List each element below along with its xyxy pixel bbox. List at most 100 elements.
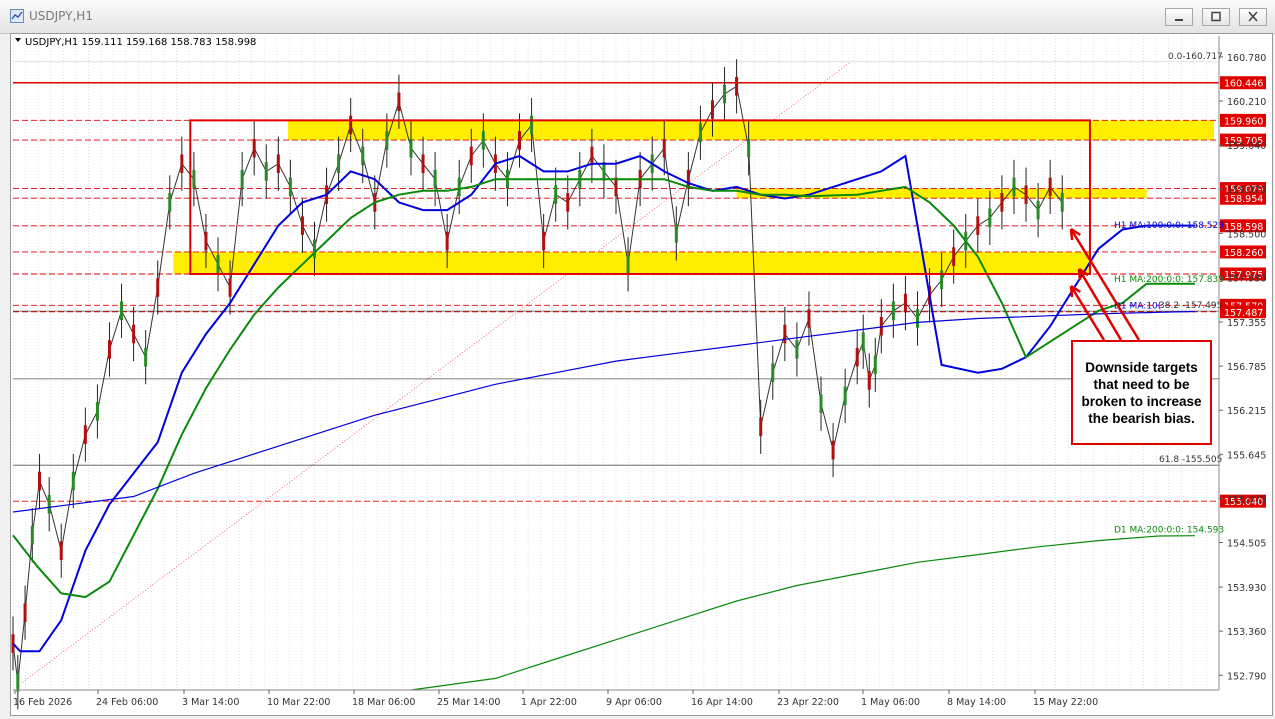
price-axis-label: 160.780 [1227, 53, 1266, 64]
price-axis-label: 156.785 [1227, 362, 1266, 373]
candle-body [879, 316, 883, 336]
window-title: USDJPY,H1 [29, 9, 93, 23]
ma-line [12, 310, 1195, 513]
candle-body [861, 332, 865, 352]
candle-body [916, 309, 919, 328]
candle-body [276, 154, 280, 173]
chart-area[interactable]: 160.446 159.960 159.705 159.079 158.954 158.5… [10, 33, 1273, 716]
price-tag-label: 159.960 [1224, 116, 1263, 127]
candle-body [300, 216, 304, 235]
time-axis-label: 8 May 14:00 [947, 697, 1006, 708]
candle-body [1036, 200, 1040, 220]
candle-body [1024, 185, 1028, 204]
candle-body [710, 100, 714, 119]
candle-body [602, 162, 606, 181]
time-axis-label: 25 Mar 14:00 [437, 697, 500, 708]
candle-body [180, 154, 184, 173]
time-axis-label: 18 Mar 06:00 [352, 697, 415, 708]
candle-body [445, 231, 449, 251]
candle-body [1000, 193, 1004, 212]
candle-body [216, 255, 220, 274]
price-axis-label: 157.930 [1227, 273, 1266, 284]
candle-body [1048, 177, 1052, 197]
candle-body [530, 115, 534, 135]
candle-body [457, 177, 461, 197]
candle-body [23, 603, 27, 622]
price-axis-label: 153.360 [1227, 627, 1266, 638]
fibonacci-trend-line [22, 61, 852, 683]
fib-label: 0.0-160.717 [1168, 52, 1223, 62]
candle-body [337, 154, 341, 173]
candle-body [385, 131, 389, 150]
candle-body [988, 208, 992, 228]
candle-body [819, 394, 823, 413]
candle-body [38, 471, 42, 491]
fib-label: 38.2 -157.495 [1159, 301, 1222, 311]
candle-body [288, 177, 292, 197]
annotation-box: Downside targets that need to be broken … [1071, 340, 1212, 445]
candle-body [481, 131, 485, 150]
candle-body [759, 417, 763, 437]
candle-body [891, 301, 895, 321]
candle-body [626, 255, 630, 274]
candle-body [252, 138, 256, 158]
minimize-button[interactable] [1165, 8, 1193, 26]
ma-label: H1 MA:100:0:0: 158.529 [1114, 221, 1224, 231]
ma-label: H1 MA:200:0:0: 157.835 [1114, 275, 1224, 285]
candle-body [518, 131, 522, 150]
candle-body [1012, 177, 1016, 197]
candle-body [952, 247, 956, 266]
candle-body [83, 425, 87, 444]
candle-body [783, 324, 787, 344]
candle-body [590, 146, 594, 166]
candle-body [831, 440, 835, 460]
price-axis-label: 159.070 [1227, 185, 1266, 196]
candle-body [228, 278, 232, 297]
candle-body [807, 309, 811, 328]
candle-body [16, 672, 20, 692]
moving-averages: H1 MA:100:0:0: 158.529 H1 MA:200:0:0: 157… [12, 52, 1224, 691]
candle-body [421, 154, 425, 173]
annotation-text: Downside targets that need to be broken … [1081, 359, 1202, 426]
candle-body [71, 471, 75, 491]
ma-label: D1 MA:200:0:0: 154.593 [1114, 526, 1224, 536]
candle-body [313, 239, 316, 259]
fib-label: 61.8 -155.505 [1159, 455, 1222, 465]
candle-body [156, 278, 160, 297]
price-chart[interactable]: 160.446159.960159.705159.079158.954158.5… [11, 34, 1272, 715]
price-axis-label: 152.790 [1227, 671, 1266, 682]
candle-body [361, 146, 365, 166]
price-axis-label: 159.640 [1227, 141, 1266, 152]
close-icon [1248, 11, 1258, 22]
arrow-line [1069, 285, 1106, 341]
maximize-button[interactable] [1202, 8, 1230, 26]
price-axis-label: 155.645 [1227, 450, 1266, 461]
time-axis-label: 3 Mar 14:00 [182, 697, 239, 708]
candle-body [747, 138, 751, 158]
candle-body [867, 371, 871, 390]
time-axis-label: 10 Mar 22:00 [267, 697, 330, 708]
price-axis-label: 158.500 [1227, 229, 1266, 240]
chart-menu-triangle-icon[interactable] [15, 38, 21, 42]
price-tag-label: 158.260 [1224, 248, 1263, 259]
price-axis-label: 156.215 [1227, 406, 1266, 417]
time-axis-label: 1 Apr 22:00 [521, 697, 577, 708]
chart-window-icon [10, 9, 24, 23]
candle-body [240, 169, 244, 189]
candle-body [168, 193, 172, 212]
window-titlebar: USDJPY,H1 [0, 0, 1275, 34]
candle-body [554, 185, 558, 204]
candle-body [469, 146, 473, 166]
candle-body [107, 340, 111, 359]
candle-body [771, 363, 775, 382]
candle-body [409, 138, 413, 158]
candle-body [192, 169, 196, 189]
candle-body [662, 138, 666, 158]
candle-body [204, 231, 208, 251]
close-button[interactable] [1239, 8, 1267, 26]
time-axis-label: 1 May 06:00 [861, 697, 920, 708]
candle-body [264, 162, 268, 181]
candle-body [349, 115, 353, 135]
candle-body [976, 216, 980, 235]
minimize-icon [1175, 19, 1183, 21]
